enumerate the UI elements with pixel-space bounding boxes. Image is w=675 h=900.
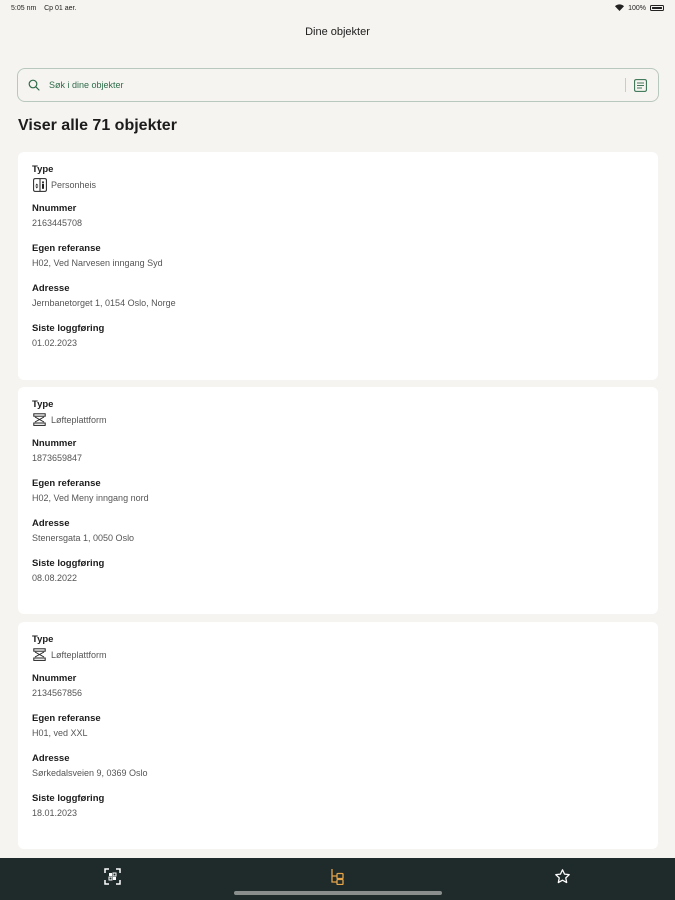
number-value: 2163445708 [32, 218, 83, 228]
search-input[interactable] [49, 80, 625, 90]
page-title: Dine objekter [305, 26, 370, 38]
number-label: Nnummer [32, 673, 77, 684]
object-card[interactable]: Type Løfteplattform Nnummer 1873659847 E… [18, 387, 658, 614]
address-label: Adresse [32, 518, 70, 529]
type-value: Personheis [32, 177, 644, 192]
battery-text: 100% [628, 4, 646, 12]
wifi-icon [615, 3, 625, 13]
search-bar[interactable] [17, 68, 659, 102]
ref-value: H01, ved XXL [32, 728, 88, 738]
type-value: Løfteplattform [32, 647, 644, 662]
tree-icon [330, 868, 345, 890]
barcode-scan-icon[interactable] [634, 78, 648, 92]
address-value: Jernbanetorget 1, 0154 Oslo, Norge [32, 298, 176, 308]
number-value: 1873659847 [32, 453, 83, 463]
scan-icon [104, 868, 121, 890]
scan-tab[interactable] [83, 858, 143, 900]
last-log-value: 01.02.2023 [32, 338, 78, 348]
lift-platform-icon [32, 412, 47, 427]
address-label: Adresse [32, 283, 70, 294]
type-label: Type [32, 399, 54, 410]
ref-label: Egen referanse [32, 478, 101, 489]
last-log-label: Siste loggføring [32, 558, 105, 569]
battery-icon [650, 5, 664, 11]
ref-value: H02, Ved Meny inngang nord [32, 493, 149, 503]
home-indicator[interactable] [233, 891, 442, 895]
last-log-value: 18.01.2023 [32, 808, 78, 818]
star-icon [554, 868, 571, 890]
number-label: Nnummer [32, 203, 77, 214]
status-bar: 5:05 nm Cp 01 aer. 100% [0, 0, 675, 16]
ref-label: Egen referanse [32, 243, 101, 254]
address-value: Stenersgata 1, 0050 Oslo [32, 533, 135, 543]
object-card[interactable]: Type Personheis Nnummer 2163445708 Egen … [18, 152, 658, 380]
search-icon [28, 79, 41, 92]
type-text: Personheis [51, 179, 97, 190]
status-date: Cp 01 aer. [44, 4, 77, 12]
object-card[interactable]: Type Løfteplattform Nnummer 2134567856 E… [18, 622, 658, 849]
last-log-label: Siste loggføring [32, 323, 105, 334]
ref-value: H02, Ved Narvesen inngang Syd [32, 258, 163, 268]
tab-bar [0, 858, 675, 900]
last-log-value: 08.08.2022 [32, 573, 78, 583]
favorites-tab[interactable] [533, 858, 593, 900]
type-value: Løfteplattform [32, 412, 644, 427]
status-time: 5:05 nm [11, 4, 37, 12]
type-label: Type [32, 634, 54, 645]
number-value: 2134567856 [32, 688, 83, 698]
type-text: Løfteplattform [51, 414, 107, 425]
lift-platform-icon [32, 647, 47, 662]
status-right: 100% [615, 3, 664, 13]
address-label: Adresse [32, 753, 70, 764]
type-label: Type [32, 164, 54, 175]
status-left: 5:05 nm Cp 01 aer. [11, 5, 76, 12]
last-log-label: Siste loggføring [32, 793, 105, 804]
results-heading: Viser alle 71 objekter [18, 117, 177, 134]
search-divider [625, 78, 626, 92]
elevator-icon [32, 177, 47, 192]
number-label: Nnummer [32, 438, 77, 449]
address-value: Sørkedalsveien 9, 0369 Oslo [32, 768, 148, 778]
ref-label: Egen referanse [32, 713, 101, 724]
type-text: Løfteplattform [51, 649, 107, 660]
